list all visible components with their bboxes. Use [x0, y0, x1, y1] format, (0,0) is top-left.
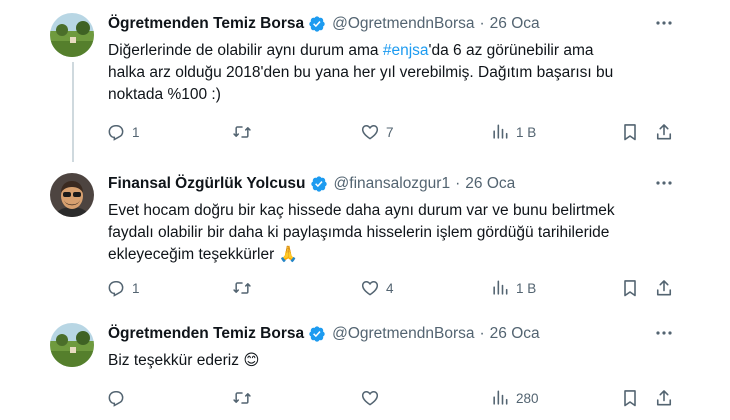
separator: · — [479, 15, 485, 32]
text-line: halka arz olduğu 2018'den bu yana her yı… — [108, 64, 614, 81]
tweet-text: Evet hocam doğru bir kaç hissede daha ay… — [108, 200, 688, 266]
reply-icon — [108, 281, 124, 297]
analytics-icon — [493, 390, 508, 405]
share-button[interactable] — [654, 120, 674, 144]
display-name[interactable]: Finansal Özgürlük Yolcusu — [108, 175, 306, 193]
tweet[interactable]: Ögretmenden Temiz Borsa @OgretmendnBorsa… — [0, 310, 730, 420]
text-line: faydalı olabilir bir daha ki paylaşımda … — [108, 224, 610, 241]
reply-button[interactable]: 1 — [106, 276, 140, 300]
repost-icon — [233, 282, 251, 294]
repost-button[interactable] — [232, 276, 252, 300]
view-count: 1 B — [516, 280, 537, 296]
reply-button[interactable]: 1 — [106, 120, 140, 144]
views-button[interactable]: 1 B — [490, 276, 536, 300]
verified-badge-icon — [310, 176, 327, 192]
bookmark-button[interactable] — [620, 386, 640, 410]
view-count: 280 — [516, 390, 539, 406]
pray-emoji: 🙏 — [278, 246, 298, 263]
tweet[interactable]: Ögretmenden Temiz Borsa @OgretmendnBorsa… — [0, 0, 730, 162]
more-options-icon[interactable] — [654, 326, 674, 340]
like-button[interactable]: 4 — [360, 276, 394, 300]
bookmark-icon — [624, 280, 636, 297]
heart-icon — [361, 124, 379, 140]
separator: · — [455, 175, 461, 192]
text-line: Evet hocam doğru bir kaç hissede daha ay… — [108, 202, 615, 219]
verified-badge-icon — [309, 16, 325, 32]
reply-count: 1 — [132, 124, 140, 140]
smile-emoji: 😊 — [243, 352, 260, 369]
reply-count: 1 — [132, 280, 140, 296]
more-options-icon[interactable] — [654, 16, 674, 30]
avatar[interactable] — [50, 173, 94, 217]
text-segment: 'da 6 az görünebilir ama — [428, 42, 594, 59]
tweet-text: Diğerlerinde de olabilir aynı durum ama … — [108, 40, 688, 106]
tweet-text: Biz teşekkür ederiz 😊 — [108, 350, 688, 372]
verified-badge-icon — [309, 326, 325, 342]
timestamp[interactable]: 26 Oca — [490, 325, 540, 343]
bookmark-icon — [624, 390, 636, 407]
analytics-icon — [493, 124, 508, 139]
share-icon — [656, 390, 672, 406]
tweet-header: Ögretmenden Temiz Borsa @OgretmendnBorsa… — [108, 324, 670, 344]
timestamp[interactable]: 26 Oca — [490, 15, 540, 33]
avatar[interactable] — [50, 323, 94, 367]
user-handle[interactable]: @OgretmendnBorsa — [332, 325, 474, 343]
action-bar: 1 4 1 B — [106, 276, 686, 300]
action-bar: 280 — [106, 386, 686, 410]
heart-icon — [361, 390, 379, 406]
like-button[interactable]: 7 — [360, 120, 394, 144]
text-segment: Diğerlerinde de olabilir aynı durum ama — [108, 42, 383, 59]
user-handle[interactable]: @OgretmendnBorsa — [332, 15, 474, 33]
view-count: 1 B — [516, 124, 537, 140]
display-name[interactable]: Ögretmenden Temiz Borsa — [108, 325, 304, 343]
separator: · — [479, 325, 485, 342]
share-button[interactable] — [654, 386, 674, 410]
share-button[interactable] — [654, 276, 674, 300]
text-line: noktada %100 :) — [108, 86, 221, 103]
text-segment: Biz teşekkür ederiz — [108, 352, 239, 369]
bookmark-button[interactable] — [620, 276, 640, 300]
reply-icon — [108, 391, 124, 407]
like-button[interactable] — [360, 386, 380, 410]
tweet[interactable]: Finansal Özgürlük Yolcusu @finansalozgur… — [0, 160, 730, 310]
repost-button[interactable] — [232, 120, 252, 144]
thread-line — [72, 62, 74, 162]
hashtag-link[interactable]: #enjsa — [383, 42, 429, 59]
avatar[interactable] — [50, 13, 94, 57]
repost-button[interactable] — [232, 386, 252, 410]
user-handle[interactable]: @finansalozgur1 — [334, 175, 451, 193]
heart-icon — [361, 280, 379, 296]
display-name[interactable]: Ögretmenden Temiz Borsa — [108, 15, 304, 33]
analytics-icon — [493, 280, 508, 295]
bookmark-icon — [624, 124, 636, 141]
share-icon — [656, 280, 672, 296]
repost-icon — [233, 392, 251, 404]
text-segment: ekleyeceğim teşekkürler — [108, 246, 275, 263]
tweet-header: Ögretmenden Temiz Borsa @OgretmendnBorsa… — [108, 14, 670, 34]
views-button[interactable]: 1 B — [490, 120, 536, 144]
repost-icon — [233, 126, 251, 138]
share-icon — [656, 124, 672, 140]
action-bar: 1 7 1 B — [106, 120, 686, 144]
more-options-icon[interactable] — [654, 176, 674, 190]
reply-button[interactable] — [106, 386, 126, 410]
like-count: 4 — [386, 280, 394, 296]
like-count: 7 — [386, 124, 394, 140]
bookmark-button[interactable] — [620, 120, 640, 144]
views-button[interactable]: 280 — [490, 386, 539, 410]
reply-icon — [108, 125, 124, 141]
timestamp[interactable]: 26 Oca — [465, 175, 515, 193]
tweet-header: Finansal Özgürlük Yolcusu @finansalozgur… — [108, 174, 670, 194]
